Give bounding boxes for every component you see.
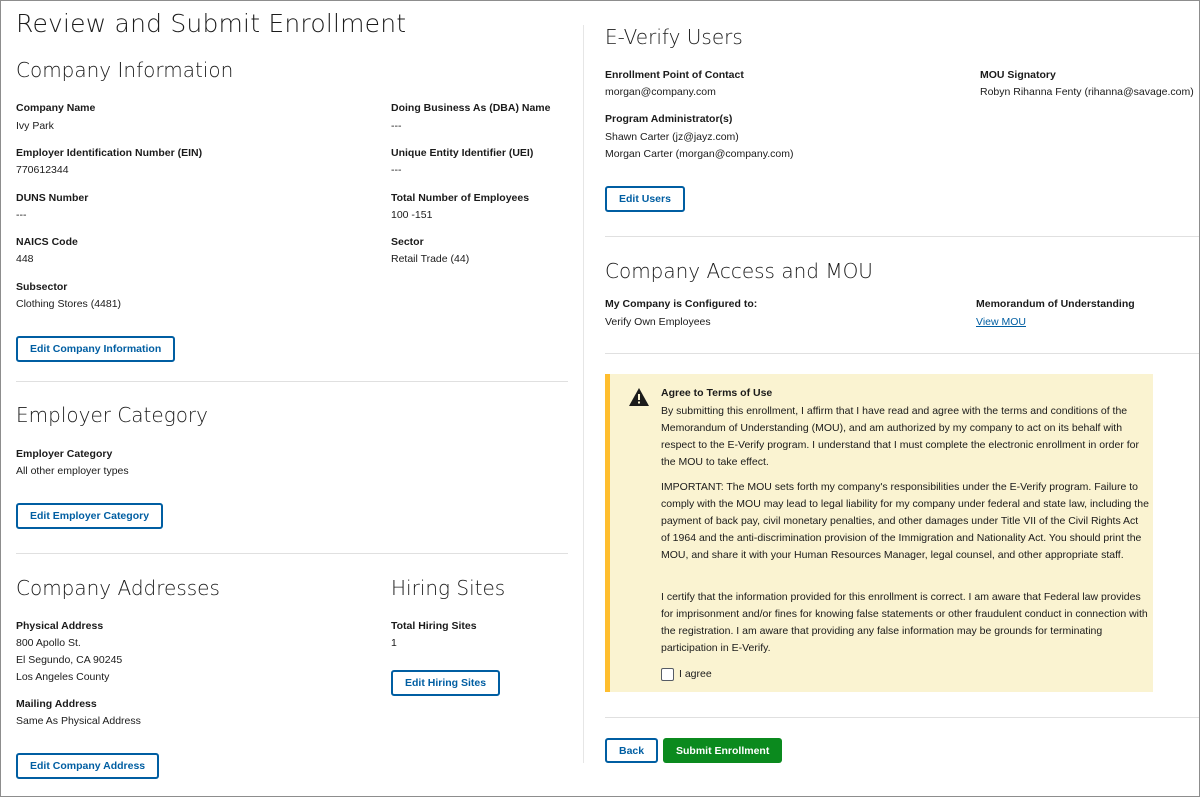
naics-label: NAICS Code — [16, 236, 78, 248]
poc-label: Enrollment Point of Contact — [605, 69, 744, 81]
section-divider — [605, 353, 1199, 354]
mailing-address-value: Same As Physical Address — [16, 715, 141, 727]
mou-label: Memorandum of Understanding — [976, 298, 1135, 310]
configured-label: My Company is Configured to: — [605, 298, 758, 310]
subsector-value: Clothing Stores (4481) — [16, 298, 122, 310]
company-name-value: Ivy Park — [16, 120, 54, 132]
total-employees-value: 100 -151 — [391, 209, 433, 221]
physical-address-line-3: Los Angeles County — [16, 671, 110, 683]
page-frame: Review and Submit Enrollment Company Inf… — [0, 0, 1200, 797]
company-information-title: Company Information — [16, 58, 234, 82]
back-button[interactable]: Back — [605, 738, 659, 763]
terms-paragraph-3: I certify that the information provided … — [661, 591, 1148, 654]
duns-value: --- — [16, 209, 27, 221]
mou-signatory-label: MOU Signatory — [980, 69, 1056, 81]
section-divider — [16, 381, 568, 382]
employer-category-title: Employer Category — [16, 403, 208, 427]
terms-of-use-alert: Agree to Terms of Use By submitting this… — [605, 374, 1153, 692]
physical-address-label: Physical Address — [16, 620, 104, 632]
uei-value: --- — [391, 164, 402, 176]
edit-company-information-button[interactable]: Edit Company Information — [16, 336, 176, 362]
edit-hiring-sites-button[interactable]: Edit Hiring Sites — [391, 670, 501, 696]
view-mou-link[interactable]: View MOU — [976, 316, 1026, 328]
naics-value: 448 — [16, 253, 34, 265]
poc-value: morgan@company.com — [605, 86, 716, 98]
everify-users-title: E-Verify Users — [605, 25, 743, 49]
program-administrator-1: Shawn Carter (jz@jayz.com) — [605, 131, 739, 143]
agree-checkbox-label[interactable]: I agree — [679, 668, 712, 680]
configured-value: Verify Own Employees — [605, 316, 711, 328]
edit-company-address-button[interactable]: Edit Company Address — [16, 753, 160, 779]
terms-paragraph-1: By submitting this enrollment, I affirm … — [661, 405, 1139, 468]
submit-enrollment-button[interactable]: Submit Enrollment — [663, 738, 783, 763]
terms-title: Agree to Terms of Use — [661, 387, 773, 399]
company-access-mou-title: Company Access and MOU — [605, 259, 873, 283]
ein-value: 770612344 — [16, 164, 69, 176]
physical-address-line-2: El Segundo, CA 90245 — [16, 654, 123, 666]
program-administrators-label: Program Administrator(s) — [605, 113, 733, 125]
edit-employer-category-button[interactable]: Edit Employer Category — [16, 503, 164, 529]
program-administrator-2: Morgan Carter (morgan@company.com) — [605, 148, 794, 160]
agree-checkbox[interactable] — [661, 668, 674, 681]
employer-category-value: All other employer types — [16, 465, 129, 477]
company-name-label: Company Name — [16, 102, 96, 114]
duns-label: DUNS Number — [16, 192, 89, 204]
total-hiring-sites-value: 1 — [391, 637, 397, 649]
uei-label: Unique Entity Identifier (UEI) — [391, 147, 534, 159]
mailing-address-label: Mailing Address — [16, 698, 97, 710]
employer-category-label: Employer Category — [16, 448, 113, 460]
section-divider — [16, 553, 568, 554]
edit-users-button[interactable]: Edit Users — [605, 186, 685, 212]
hiring-sites-title: Hiring Sites — [391, 576, 506, 600]
mou-signatory-value: Robyn Rihanna Fenty (rihanna@savage.com) — [980, 86, 1194, 98]
sector-label: Sector — [391, 236, 424, 248]
total-employees-label: Total Number of Employees — [391, 192, 530, 204]
physical-address-line-1: 800 Apollo St. — [16, 637, 81, 649]
subsector-label: Subsector — [16, 281, 68, 293]
dba-name-value: --- — [391, 120, 402, 132]
terms-paragraph-2: IMPORTANT: The MOU sets forth my company… — [661, 481, 1149, 561]
ein-label: Employer Identification Number (EIN) — [16, 147, 203, 159]
total-hiring-sites-label: Total Hiring Sites — [391, 620, 477, 632]
section-divider — [605, 236, 1199, 237]
page-title: Review and Submit Enrollment — [16, 9, 407, 38]
column-divider — [583, 25, 584, 763]
section-divider — [605, 717, 1199, 718]
sector-value: Retail Trade (44) — [391, 253, 470, 265]
company-addresses-title: Company Addresses — [16, 576, 220, 600]
dba-name-label: Doing Business As (DBA) Name — [391, 102, 551, 114]
warning-icon — [629, 388, 649, 406]
